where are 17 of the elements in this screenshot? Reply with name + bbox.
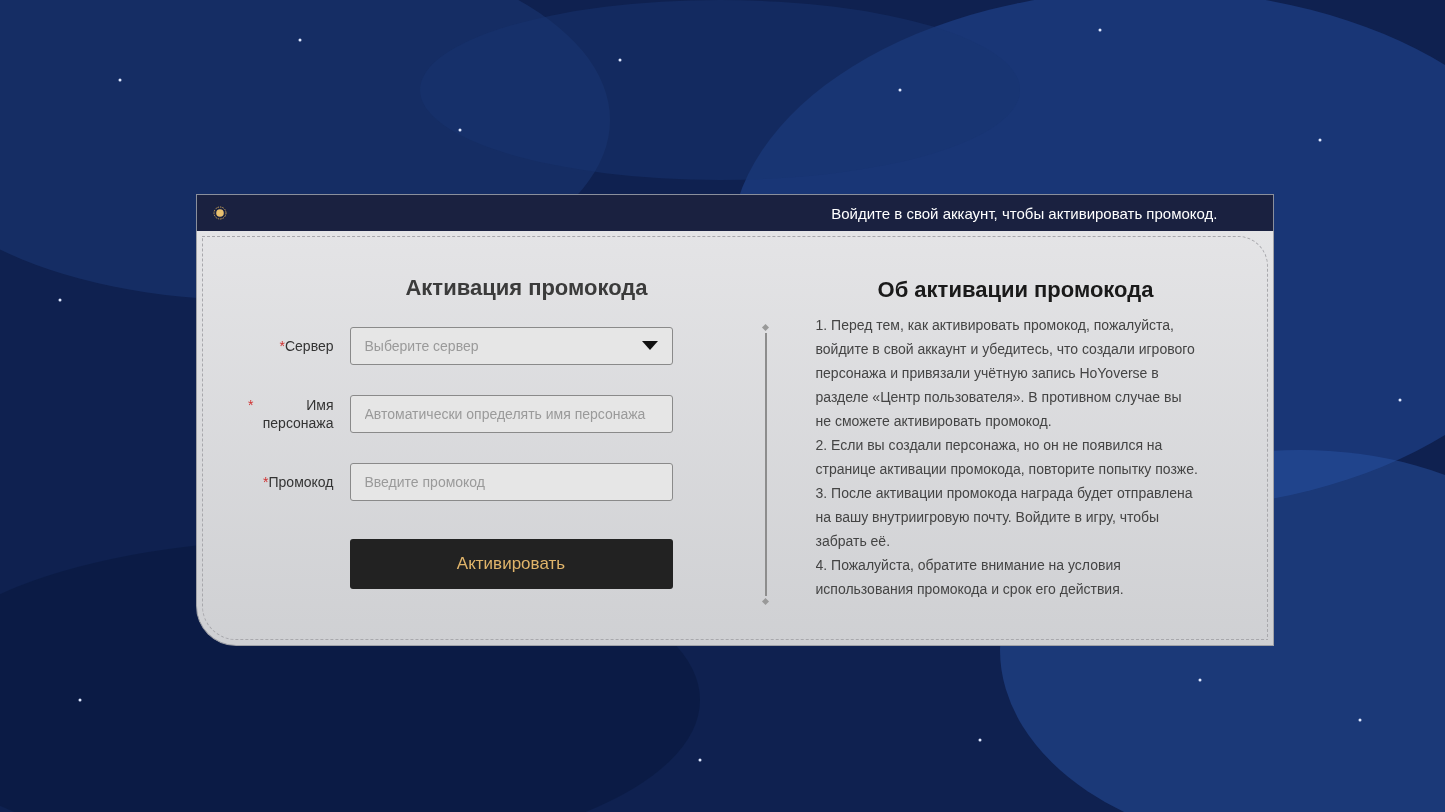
field-label: Сервер: [284, 337, 334, 355]
info-title: Об активации промокода: [876, 277, 1155, 303]
info-paragraph: 3. После активации промокода награда будет отправлена на вашу внутриигровую почту. Войдите в игру, чтобы забрать её.: [815, 484, 1194, 551]
required-asterisk: *: [248, 397, 254, 413]
sun-icon: [212, 206, 227, 220]
info-paragraph: 4. Пожалуйста, обратите внимание на условия использования промокода и срок его действия.: [815, 556, 1125, 599]
login-notice: Войдите в свой аккаунт, чтобы активировать промокод.: [831, 204, 1218, 222]
info-paragraph: 1. Перед тем, как активировать промокод, пожалуйста, войдите в свой аккаунт и убедитесь, что создали игрового персонажа и привязали учётную запись HoYoverse в разделе «Центр пользователя». В противном случае вы не сможете активировать промокод.: [815, 316, 1196, 431]
field-label: Промокод: [268, 473, 334, 491]
field-label: Имя персонажа: [261, 396, 334, 432]
input-field[interactable]: Введите промокод: [349, 463, 673, 501]
required-asterisk: *: [279, 338, 285, 354]
form-title: Активация промокода: [404, 275, 649, 301]
required-asterisk: *: [263, 474, 269, 490]
info-paragraph: 2. Если вы создали персонажа, но он не появился на странице активации промокода, повторите попытку позже.: [815, 436, 1199, 479]
activate-button[interactable]: Активировать: [349, 539, 673, 589]
caret-icon: [641, 341, 658, 351]
